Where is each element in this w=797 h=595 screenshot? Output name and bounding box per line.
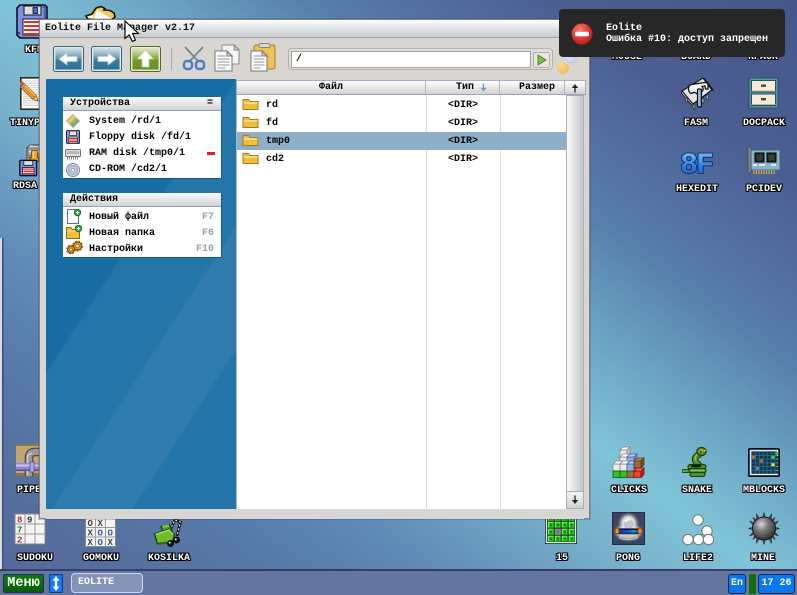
svg-text:9: 9 [27,516,32,526]
svg-text:X: X [88,529,94,539]
svg-text:X: X [88,538,94,547]
svg-text:X: X [108,538,114,547]
svg-text:O: O [98,538,104,547]
svg-text:O: O [88,519,94,529]
svg-text:O: O [98,529,104,539]
svg-text:7: 7 [17,526,22,536]
svg-text:2: 2 [17,536,22,546]
svg-text:8: 8 [17,516,22,526]
svg-text:O: O [108,529,114,539]
svg-text:X: X [98,519,104,529]
svg-text:8F: 8F [681,149,713,176]
